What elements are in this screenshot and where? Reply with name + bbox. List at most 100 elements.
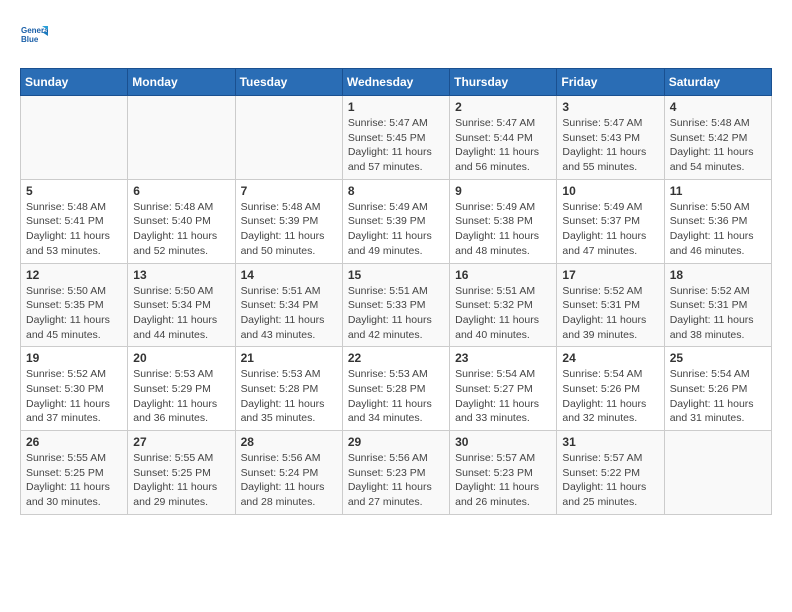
day-number: 29: [348, 435, 444, 449]
day-number: 7: [241, 184, 337, 198]
logo: General Blue: [20, 20, 52, 48]
calendar-cell: 17 Sunrise: 5:52 AM Sunset: 5:31 PM Dayli…: [557, 263, 664, 347]
day-number: 24: [562, 351, 658, 365]
weekday-header-wednesday: Wednesday: [342, 69, 449, 96]
day-info: Sunrise: 5:52 AM Sunset: 5:31 PM Dayligh…: [562, 284, 658, 343]
day-number: 25: [670, 351, 766, 365]
weekday-header-row: SundayMondayTuesdayWednesdayThursdayFrid…: [21, 69, 772, 96]
calendar-cell: 2 Sunrise: 5:47 AM Sunset: 5:44 PM Daylig…: [450, 96, 557, 180]
day-info: Sunrise: 5:55 AM Sunset: 5:25 PM Dayligh…: [26, 451, 122, 510]
calendar-cell: 10Sunrise: 5:49 AM Sunset: 5:37 PM Dayli…: [557, 179, 664, 263]
calendar-cell: [128, 96, 235, 180]
calendar-cell: 28Sunrise: 5:56 AM Sunset: 5:24 PM Dayli…: [235, 431, 342, 515]
day-info: Sunrise: 5:57 AM Sunset: 5:23 PM Dayligh…: [455, 451, 551, 510]
calendar-week-2: 5 Sunrise: 5:48 AM Sunset: 5:41 PM Daylig…: [21, 179, 772, 263]
calendar-week-1: 1 Sunrise: 5:47 AM Sunset: 5:45 PM Daylig…: [21, 96, 772, 180]
day-number: 13: [133, 268, 229, 282]
day-info: Sunrise: 5:54 AM Sunset: 5:26 PM Dayligh…: [562, 367, 658, 426]
calendar-cell: 8 Sunrise: 5:49 AM Sunset: 5:39 PM Daylig…: [342, 179, 449, 263]
calendar-cell: 6Sunrise: 5:48 AM Sunset: 5:40 PM Daylig…: [128, 179, 235, 263]
calendar-cell: [664, 431, 771, 515]
calendar-cell: 7 Sunrise: 5:48 AM Sunset: 5:39 PM Daylig…: [235, 179, 342, 263]
day-info: Sunrise: 5:47 AM Sunset: 5:45 PM Dayligh…: [348, 116, 444, 175]
day-info: Sunrise: 5:53 AM Sunset: 5:28 PM Dayligh…: [241, 367, 337, 426]
day-number: 3: [562, 100, 658, 114]
day-info: Sunrise: 5:50 AM Sunset: 5:36 PM Dayligh…: [670, 200, 766, 259]
day-number: 20: [133, 351, 229, 365]
calendar-header: SundayMondayTuesdayWednesdayThursdayFrid…: [21, 69, 772, 96]
day-number: 2: [455, 100, 551, 114]
calendar-cell: 29 Sunrise: 5:56 AM Sunset: 5:23 PM Dayli…: [342, 431, 449, 515]
day-info: Sunrise: 5:48 AM Sunset: 5:42 PM Dayligh…: [670, 116, 766, 175]
day-info: Sunrise: 5:54 AM Sunset: 5:26 PM Dayligh…: [670, 367, 766, 426]
weekday-header-saturday: Saturday: [664, 69, 771, 96]
calendar-cell: 14 Sunrise: 5:51 AM Sunset: 5:34 PM Dayli…: [235, 263, 342, 347]
day-number: 26: [26, 435, 122, 449]
day-info: Sunrise: 5:51 AM Sunset: 5:33 PM Dayligh…: [348, 284, 444, 343]
day-info: Sunrise: 5:52 AM Sunset: 5:30 PM Dayligh…: [26, 367, 122, 426]
weekday-header-thursday: Thursday: [450, 69, 557, 96]
day-number: 8: [348, 184, 444, 198]
day-number: 14: [241, 268, 337, 282]
day-info: Sunrise: 5:48 AM Sunset: 5:41 PM Dayligh…: [26, 200, 122, 259]
calendar-cell: 12 Sunrise: 5:50 AM Sunset: 5:35 PM Dayli…: [21, 263, 128, 347]
calendar-week-5: 26 Sunrise: 5:55 AM Sunset: 5:25 PM Dayli…: [21, 431, 772, 515]
day-info: Sunrise: 5:53 AM Sunset: 5:29 PM Dayligh…: [133, 367, 229, 426]
calendar-body: 1 Sunrise: 5:47 AM Sunset: 5:45 PM Daylig…: [21, 96, 772, 515]
calendar-cell: 1 Sunrise: 5:47 AM Sunset: 5:45 PM Daylig…: [342, 96, 449, 180]
calendar-cell: 26 Sunrise: 5:55 AM Sunset: 5:25 PM Dayli…: [21, 431, 128, 515]
day-number: 17: [562, 268, 658, 282]
day-info: Sunrise: 5:53 AM Sunset: 5:28 PM Dayligh…: [348, 367, 444, 426]
weekday-header-friday: Friday: [557, 69, 664, 96]
calendar-cell: 31Sunrise: 5:57 AM Sunset: 5:22 PM Dayli…: [557, 431, 664, 515]
weekday-header-sunday: Sunday: [21, 69, 128, 96]
calendar-week-3: 12 Sunrise: 5:50 AM Sunset: 5:35 PM Dayli…: [21, 263, 772, 347]
calendar-cell: 30 Sunrise: 5:57 AM Sunset: 5:23 PM Dayli…: [450, 431, 557, 515]
svg-text:General: General: [21, 26, 48, 35]
day-info: Sunrise: 5:47 AM Sunset: 5:43 PM Dayligh…: [562, 116, 658, 175]
day-number: 10: [562, 184, 658, 198]
day-number: 21: [241, 351, 337, 365]
svg-text:Blue: Blue: [21, 35, 39, 44]
day-info: Sunrise: 5:48 AM Sunset: 5:39 PM Dayligh…: [241, 200, 337, 259]
day-number: 1: [348, 100, 444, 114]
day-info: Sunrise: 5:56 AM Sunset: 5:24 PM Dayligh…: [241, 451, 337, 510]
day-info: Sunrise: 5:51 AM Sunset: 5:34 PM Dayligh…: [241, 284, 337, 343]
day-number: 18: [670, 268, 766, 282]
day-info: Sunrise: 5:49 AM Sunset: 5:39 PM Dayligh…: [348, 200, 444, 259]
calendar-cell: 23Sunrise: 5:54 AM Sunset: 5:27 PM Dayli…: [450, 347, 557, 431]
day-number: 30: [455, 435, 551, 449]
calendar-week-4: 19 Sunrise: 5:52 AM Sunset: 5:30 PM Dayli…: [21, 347, 772, 431]
calendar-cell: 3 Sunrise: 5:47 AM Sunset: 5:43 PM Daylig…: [557, 96, 664, 180]
day-number: 16: [455, 268, 551, 282]
day-info: Sunrise: 5:55 AM Sunset: 5:25 PM Dayligh…: [133, 451, 229, 510]
logo-icon: General Blue: [20, 20, 48, 48]
day-number: 5: [26, 184, 122, 198]
day-info: Sunrise: 5:52 AM Sunset: 5:31 PM Dayligh…: [670, 284, 766, 343]
day-number: 27: [133, 435, 229, 449]
day-info: Sunrise: 5:47 AM Sunset: 5:44 PM Dayligh…: [455, 116, 551, 175]
calendar-cell: 27 Sunrise: 5:55 AM Sunset: 5:25 PM Dayli…: [128, 431, 235, 515]
day-number: 23: [455, 351, 551, 365]
day-number: 12: [26, 268, 122, 282]
calendar-cell: 4Sunrise: 5:48 AM Sunset: 5:42 PM Daylig…: [664, 96, 771, 180]
calendar-table: SundayMondayTuesdayWednesdayThursdayFrid…: [20, 68, 772, 515]
calendar-cell: 9 Sunrise: 5:49 AM Sunset: 5:38 PM Daylig…: [450, 179, 557, 263]
day-number: 19: [26, 351, 122, 365]
day-info: Sunrise: 5:48 AM Sunset: 5:40 PM Dayligh…: [133, 200, 229, 259]
calendar-cell: 25 Sunrise: 5:54 AM Sunset: 5:26 PM Dayli…: [664, 347, 771, 431]
day-number: 9: [455, 184, 551, 198]
calendar-cell: 21 Sunrise: 5:53 AM Sunset: 5:28 PM Dayli…: [235, 347, 342, 431]
day-number: 31: [562, 435, 658, 449]
day-info: Sunrise: 5:56 AM Sunset: 5:23 PM Dayligh…: [348, 451, 444, 510]
calendar-cell: 19 Sunrise: 5:52 AM Sunset: 5:30 PM Dayli…: [21, 347, 128, 431]
calendar-cell: 5 Sunrise: 5:48 AM Sunset: 5:41 PM Daylig…: [21, 179, 128, 263]
calendar-cell: [235, 96, 342, 180]
day-info: Sunrise: 5:50 AM Sunset: 5:34 PM Dayligh…: [133, 284, 229, 343]
calendar-cell: 11Sunrise: 5:50 AM Sunset: 5:36 PM Dayli…: [664, 179, 771, 263]
calendar-cell: 22 Sunrise: 5:53 AM Sunset: 5:28 PM Dayli…: [342, 347, 449, 431]
day-info: Sunrise: 5:50 AM Sunset: 5:35 PM Dayligh…: [26, 284, 122, 343]
weekday-header-tuesday: Tuesday: [235, 69, 342, 96]
day-number: 22: [348, 351, 444, 365]
day-info: Sunrise: 5:49 AM Sunset: 5:38 PM Dayligh…: [455, 200, 551, 259]
